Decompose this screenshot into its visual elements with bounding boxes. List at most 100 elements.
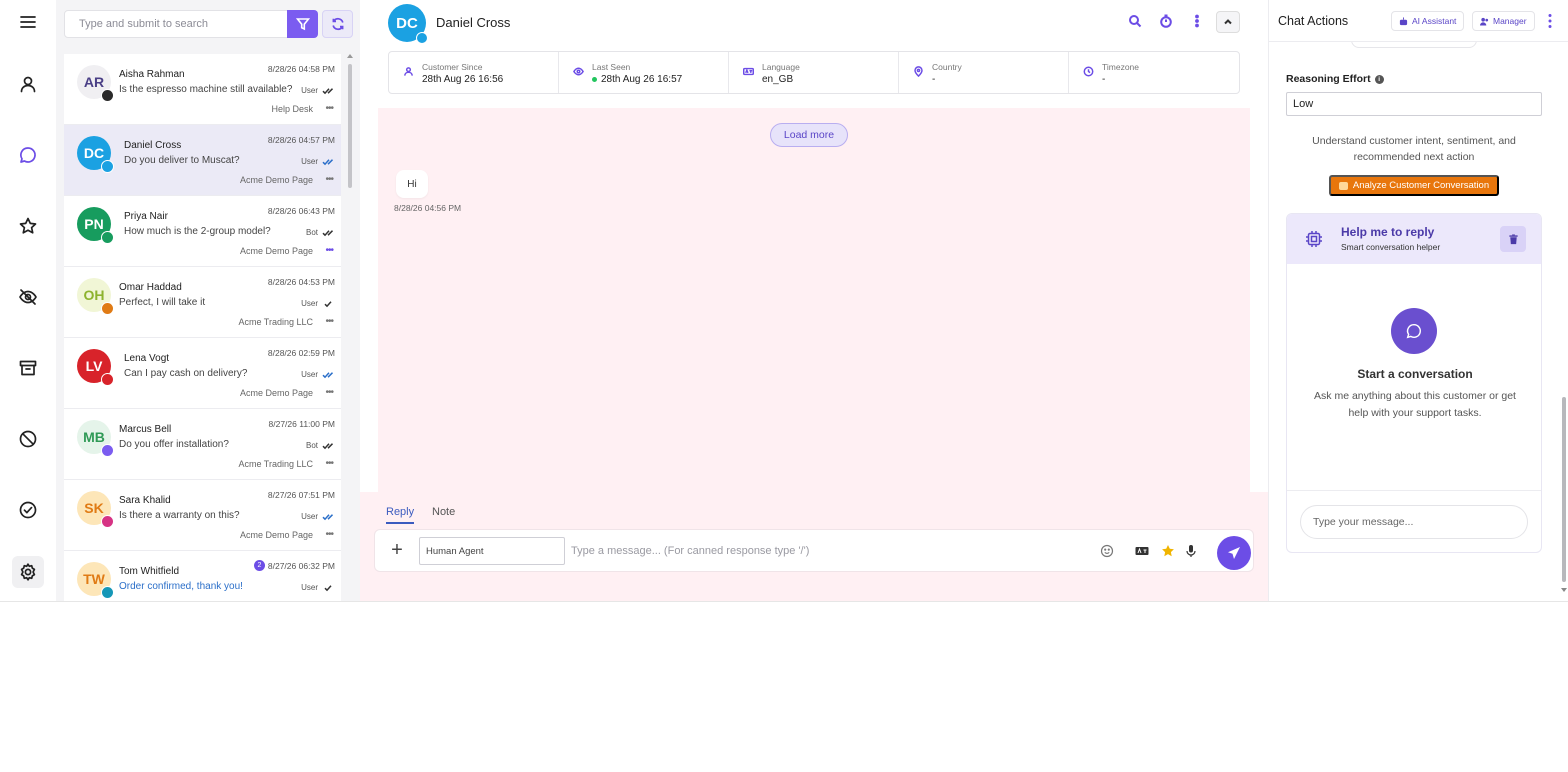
reasoning-effort-select[interactable]: Low — [1286, 92, 1542, 116]
agent-field[interactable] — [419, 537, 565, 565]
chat-actions-scrollbar[interactable] — [1560, 42, 1568, 592]
archive-icon — [19, 360, 37, 376]
more-options-icon[interactable]: ••• — [325, 600, 333, 601]
nav-conversations[interactable] — [12, 139, 44, 171]
more-options-icon[interactable]: ••• — [325, 174, 333, 185]
reply-helper-card: Help me to reply Smart conversation help… — [1286, 213, 1542, 553]
avatar-initials: OH — [83, 287, 105, 303]
more-options-icon[interactable]: ••• — [325, 316, 333, 327]
list-item[interactable]: SK Sara Khalid 8/27/26 07:51 PM Is there a … — [64, 480, 341, 551]
list-item[interactable]: DC Daniel Cross 8/28/26 04:57 PM Do you del… — [64, 125, 341, 196]
message-preview: Do you offer installation? — [119, 439, 229, 450]
translate-button[interactable] — [1134, 543, 1150, 559]
search-input[interactable] — [65, 11, 287, 37]
start-description: Ask me anything about this customer or g… — [1314, 390, 1516, 419]
read-check-icon — [324, 300, 332, 307]
search-box — [64, 10, 288, 38]
list-item[interactable]: LV Lena Vogt 8/28/26 02:59 PM Can I pay cas… — [64, 338, 341, 409]
list-item[interactable]: OH Omar Haddad 8/28/26 04:53 PM Perfect, I … — [64, 267, 341, 338]
conversation-list-scrollbar[interactable] — [346, 54, 354, 601]
info-label: Timezone — [1102, 62, 1140, 72]
more-options-icon[interactable]: ••• — [325, 245, 333, 256]
analyze-description: Understand customer intent, sentiment, a… — [1312, 135, 1516, 163]
customer-info-bar: Customer Since 28th Aug 26 16:56 Last Se… — [388, 51, 1240, 94]
message-preview: Is there a warranty on this? — [119, 510, 240, 521]
collapse-button[interactable] — [1216, 11, 1240, 33]
scroll-down-arrow-icon[interactable] — [1561, 588, 1567, 592]
plus-icon: + — [391, 539, 403, 561]
more-options-icon[interactable]: ••• — [325, 458, 333, 469]
info-value: - — [1102, 74, 1105, 85]
nav-blocked[interactable] — [12, 423, 44, 455]
chat-search-button[interactable] — [1126, 12, 1144, 30]
panel-title: Chat Actions — [1278, 14, 1349, 28]
info-label: Customer Since — [422, 62, 483, 72]
nav-contacts[interactable] — [12, 68, 44, 100]
info-value-text: - — [1102, 74, 1106, 85]
nav-archive[interactable] — [12, 352, 44, 384]
chat-actions-header: Chat Actions AI Assistant Manager — [1269, 0, 1568, 42]
voice-button[interactable] — [1183, 543, 1199, 559]
read-check-icon — [322, 87, 334, 94]
channel-badge-icon — [101, 586, 114, 599]
kebab-icon — [1548, 14, 1552, 28]
menu-button[interactable] — [12, 6, 44, 38]
message-input[interactable] — [571, 538, 1091, 564]
avatar-initials: LV — [85, 358, 103, 374]
add-attachment-button[interactable]: + — [387, 539, 407, 561]
message-area[interactable]: Load more Hi 8/28/26 04:56 PM — [378, 108, 1250, 492]
analyze-conversation-button[interactable]: Analyze Customer Conversation — [1329, 175, 1499, 196]
canned-response-button[interactable] — [1160, 543, 1176, 559]
sender-type: User — [301, 299, 335, 308]
chat-header: DC Daniel Cross — [360, 0, 1268, 46]
timer-button[interactable] — [1157, 12, 1175, 30]
tab-note[interactable]: Note — [432, 506, 455, 522]
nav-resolved[interactable] — [12, 494, 44, 526]
tab-reply[interactable]: Reply — [386, 506, 415, 524]
scrollbar-thumb[interactable] — [348, 64, 352, 188]
info-icon[interactable]: i — [1374, 74, 1384, 84]
filter-icon — [295, 18, 310, 31]
nav-hidden[interactable] — [12, 281, 44, 313]
info-value-text: - — [932, 74, 936, 85]
online-dot-icon — [592, 77, 597, 82]
read-check-icon — [322, 229, 334, 236]
conversation-time: 8/27/26 06:32 PM — [267, 561, 335, 571]
filter-button[interactable] — [287, 10, 318, 38]
load-more-button[interactable]: Load more — [770, 123, 848, 147]
panel-options-button[interactable] — [1546, 12, 1554, 30]
nav-settings[interactable] — [12, 556, 44, 588]
star-icon — [1162, 545, 1174, 557]
scroll-up-arrow-icon[interactable] — [347, 54, 353, 58]
model-selector[interactable] — [1351, 42, 1477, 48]
conversation-time: 8/27/26 11:00 PM — [268, 419, 335, 429]
list-item[interactable]: TW 2 Tom Whitfield 8/27/26 06:32 PM Order co… — [64, 551, 341, 601]
more-options-icon[interactable]: ••• — [325, 529, 333, 540]
composer-area: Reply Note + — [360, 492, 1268, 601]
more-options-icon[interactable]: ••• — [325, 103, 333, 114]
manager-button[interactable]: Manager — [1472, 11, 1535, 31]
refresh-button[interactable] — [322, 10, 353, 38]
info-value: 28th Aug 26 16:56 — [422, 74, 503, 85]
contact-name: Aisha Rahman — [119, 69, 185, 80]
contact-name: Lena Vogt — [124, 353, 170, 364]
send-button[interactable] — [1217, 536, 1251, 570]
channel-badge-icon — [101, 515, 114, 528]
ai-assistant-button[interactable]: AI Assistant — [1391, 11, 1465, 31]
list-item[interactable]: MB Marcus Bell 8/27/26 11:00 PM Do you offe… — [64, 409, 341, 480]
clear-helper-button[interactable] — [1500, 226, 1526, 252]
emoji-button[interactable] — [1099, 543, 1115, 559]
star-icon — [19, 217, 37, 234]
message-preview: How much is the 2-group model? — [124, 226, 271, 237]
nav-starred[interactable] — [12, 210, 44, 242]
list-item[interactable]: PN Priya Nair 8/28/26 06:43 PM How much is … — [64, 196, 341, 267]
avatar-initials: SK — [84, 500, 104, 516]
refresh-icon — [331, 17, 344, 31]
chat-options-button[interactable] — [1188, 12, 1206, 30]
chat-bubble-icon — [20, 147, 36, 163]
more-options-icon[interactable]: ••• — [325, 387, 333, 398]
list-item[interactable]: AR Aisha Rahman 8/28/26 04:58 PM Is the esp… — [64, 54, 341, 125]
scrollbar-thumb[interactable] — [1562, 397, 1566, 582]
read-check-icon — [322, 371, 334, 378]
helper-message-input[interactable] — [1300, 505, 1528, 539]
